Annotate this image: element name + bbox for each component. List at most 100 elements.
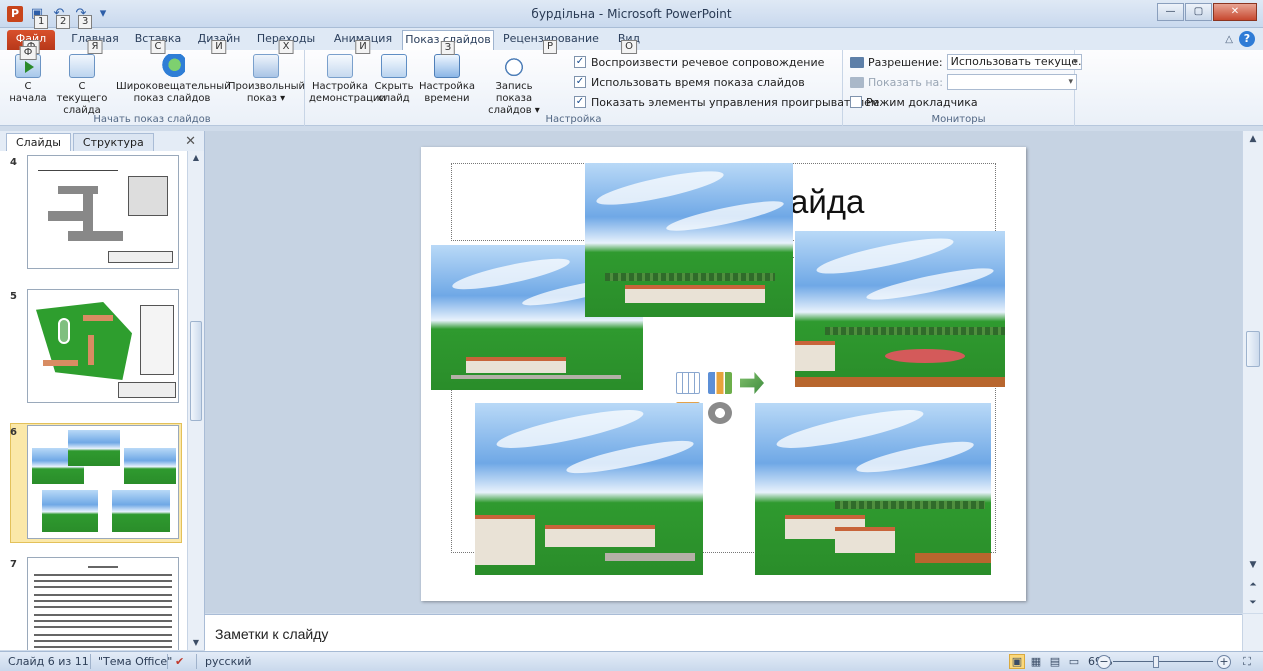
tab-slides[interactable]: Слайды: [6, 133, 71, 151]
tab-home[interactable]: Главная Я: [68, 30, 122, 54]
resolution-dropdown[interactable]: Использовать текуще...: [946, 54, 1082, 70]
slide-scrollbar[interactable]: ▲ ▼ ⏶ ⏷: [1242, 131, 1263, 613]
drawing-line: [38, 170, 118, 171]
cloud: [564, 434, 696, 480]
use-timings-checkbox[interactable]: ✓ Использовать время показа слайдов: [574, 73, 805, 91]
checkbox-check-icon: ✓: [574, 56, 586, 68]
scroll-down-icon[interactable]: ▼: [1243, 557, 1263, 573]
insert-smartart-icon[interactable]: [740, 372, 764, 394]
farm-render-photo-2[interactable]: [585, 163, 793, 317]
keytip: О: [621, 40, 637, 54]
button-label-line1: С: [24, 81, 32, 92]
reading-view-icon[interactable]: ▤: [1047, 654, 1063, 669]
farm-render-photo-3[interactable]: [795, 231, 1005, 387]
divider: [90, 654, 91, 669]
zoom-slider-handle[interactable]: [1153, 656, 1159, 668]
custom-slideshow-button[interactable]: Произвольный показ ▾: [228, 54, 306, 105]
text-line: [34, 626, 172, 628]
slide-sorter-view-icon[interactable]: ▦: [1028, 654, 1044, 669]
slide-thumbnail-6[interactable]: [27, 425, 179, 539]
tab-review[interactable]: Рецензирование Р: [503, 30, 599, 54]
checkbox-label: Показать элементы управления проигрывате…: [591, 95, 880, 109]
resolution-row: Разрешение: Использовать текуще...: [850, 53, 1082, 71]
tree-row: [835, 501, 985, 509]
ribbon-tabs: Файл Ф Главная Я Вставка С Дизайн И Пере…: [0, 28, 1263, 55]
play-narrations-checkbox[interactable]: ✓ Воспроизвести речевое сопровождение: [574, 53, 824, 71]
tab-transitions[interactable]: Переходы Х: [254, 30, 318, 54]
spell-check-icon[interactable]: ✔: [175, 655, 184, 668]
theme-name[interactable]: "Тема Office": [98, 655, 172, 668]
from-current-slide-button[interactable]: С текущего слайда: [52, 54, 112, 117]
insert-chart-icon[interactable]: [708, 372, 732, 394]
slide-number: 5: [10, 291, 17, 302]
zoom-in-button[interactable]: +: [1217, 655, 1231, 669]
scroll-up-icon[interactable]: ▲: [188, 151, 204, 165]
slide-thumbnail-7[interactable]: [27, 557, 179, 650]
scroll-thumb[interactable]: [1246, 331, 1260, 367]
text-line: [34, 606, 172, 608]
fit-to-window-icon[interactable]: ⛶: [1239, 654, 1255, 669]
drawing-stamp: [108, 251, 173, 263]
keytip: И: [355, 40, 371, 54]
drawing-legend: [128, 176, 168, 216]
scroll-thumb[interactable]: [190, 321, 202, 421]
drawing-building: [58, 186, 98, 194]
group-start-slideshow: Ф С начала С текущего слайда Широковещат…: [0, 46, 306, 126]
farm-render-photo-4[interactable]: [475, 403, 703, 575]
scroll-down-icon[interactable]: ▼: [188, 636, 204, 650]
current-slide[interactable]: айда: [421, 147, 1026, 601]
slide-thumbnail-4[interactable]: [27, 155, 179, 269]
previous-slide-icon[interactable]: ⏶: [1243, 577, 1263, 593]
tab-design[interactable]: Дизайн И: [194, 30, 244, 54]
setup-slideshow-button[interactable]: Настройка демонстрации: [309, 54, 386, 105]
keytip: Ф: [19, 46, 37, 60]
notes-pane[interactable]: Заметки к слайду: [205, 614, 1242, 651]
tab-slideshow[interactable]: Показ слайдов З: [402, 30, 494, 55]
show-on-dropdown[interactable]: [947, 74, 1078, 90]
drawing-building: [88, 335, 94, 365]
slide-thumbnail-5[interactable]: [27, 289, 179, 403]
language-indicator[interactable]: русский: [205, 655, 252, 668]
maximize-button[interactable]: ▢: [1185, 3, 1212, 21]
checkbox-check-icon: ✓: [574, 76, 586, 88]
broadcast-slideshow-button[interactable]: Широковещательный показ слайдов: [116, 54, 231, 105]
button-label-line1: Произвольный: [228, 81, 306, 92]
button-label-line2: показ ▾: [246, 93, 286, 104]
hide-slide-button[interactable]: Скрыть слайд: [372, 54, 416, 105]
presenter-view-checkbox[interactable]: Режим докладчика: [850, 93, 978, 111]
fence: [795, 377, 1005, 387]
minimize-button[interactable]: —: [1157, 3, 1184, 21]
button-label-line1: Настройка: [311, 81, 369, 92]
tab-outline[interactable]: Структура: [72, 133, 154, 151]
insert-clipart-icon[interactable]: [708, 402, 732, 424]
record-slideshow-button[interactable]: Запись показа слайдов ▾: [478, 54, 550, 117]
rehearse-timings-button[interactable]: Настройка времени: [416, 54, 478, 105]
help-icon[interactable]: ?: [1239, 31, 1255, 47]
farm-render-photo-5[interactable]: [755, 403, 991, 575]
notes-scrollbar[interactable]: [1242, 614, 1263, 651]
insert-table-icon[interactable]: [676, 372, 700, 394]
farm-building: [835, 527, 895, 553]
drawing-site: [36, 302, 132, 380]
from-beginning-button[interactable]: Ф С начала: [8, 46, 48, 105]
show-media-controls-checkbox[interactable]: ✓ Показать элементы управления проигрыва…: [574, 93, 879, 111]
close-panel-icon[interactable]: ✕: [185, 134, 196, 149]
text-line: [34, 574, 172, 576]
tab-animations[interactable]: Анимация И: [331, 30, 395, 54]
zoom-slider-track[interactable]: [1113, 661, 1213, 662]
zoom-out-button[interactable]: −: [1097, 655, 1111, 669]
tab-view[interactable]: Вид О: [609, 30, 649, 54]
tree-row: [605, 273, 775, 281]
slideshow-view-icon[interactable]: ▭: [1066, 654, 1082, 669]
thumbnails-scrollbar[interactable]: ▲ ▼: [187, 151, 204, 650]
scroll-up-icon[interactable]: ▲: [1243, 131, 1263, 147]
next-slide-icon[interactable]: ⏷: [1243, 595, 1263, 611]
slide-number: 4: [10, 157, 17, 168]
tab-insert[interactable]: Вставка С: [131, 30, 185, 54]
checkbox-label: Режим докладчика: [866, 95, 978, 109]
show-on-label: Показать на:: [868, 75, 944, 89]
drawing-legend: [140, 305, 174, 375]
minimize-ribbon-icon[interactable]: △: [1225, 34, 1233, 45]
close-button[interactable]: ✕: [1213, 3, 1257, 21]
normal-view-icon[interactable]: ▣: [1009, 654, 1025, 669]
